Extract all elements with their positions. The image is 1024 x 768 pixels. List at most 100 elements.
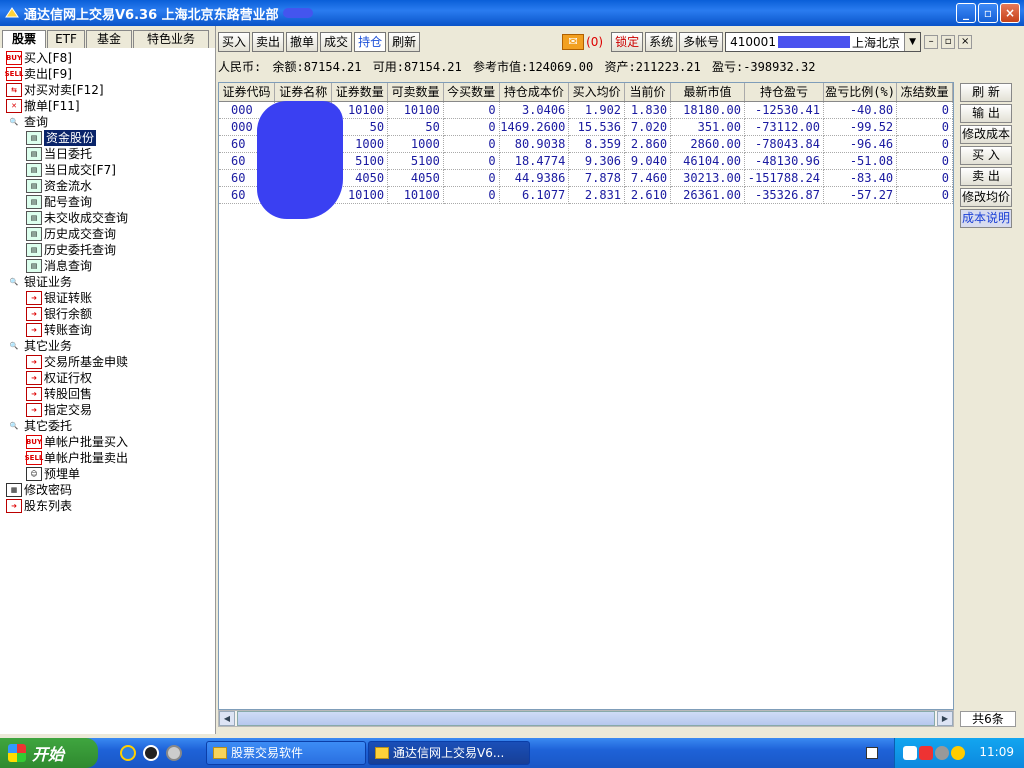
nav-item-label: 股东列表 xyxy=(24,499,73,513)
mail-icon[interactable]: ✉ xyxy=(562,34,585,50)
scrollbar-thumb[interactable] xyxy=(237,711,935,726)
nav-item-14[interactable]: 🔍 银证业务 xyxy=(0,274,215,290)
minimize-button[interactable]: _ xyxy=(956,3,976,23)
nav-item-4[interactable]: 🔍 查询 xyxy=(0,114,215,130)
task-trading-window[interactable]: 通达信网上交易V6... xyxy=(368,741,530,765)
action-button-0[interactable]: 刷 新 xyxy=(960,83,1012,102)
nav-item-7[interactable]: ▤ 当日成交[F7] xyxy=(0,162,215,178)
nav-item-26[interactable]: ☺ 预埋单 xyxy=(0,466,215,482)
column-header-5[interactable]: 持仓成本价 xyxy=(499,83,570,102)
column-header-7[interactable]: 当前价 xyxy=(624,83,672,102)
keyboard-icon[interactable] xyxy=(866,747,878,759)
close-button[interactable]: × xyxy=(1000,3,1020,23)
nav-tab-0[interactable]: 股票 xyxy=(2,30,46,48)
toolbar-button-5[interactable]: 刷新 xyxy=(388,32,421,52)
nav-item-3[interactable]: ✕ 撤单[F11] xyxy=(0,98,215,114)
maximize-button[interactable]: ▫ xyxy=(978,3,998,23)
task-stock-software[interactable]: 股票交易软件 xyxy=(206,741,366,765)
nav-item-24[interactable]: BUY 单帐户批量买入 xyxy=(0,434,215,450)
ie-icon[interactable] xyxy=(120,745,136,761)
nav-item-6[interactable]: ▤ 当日委托 xyxy=(0,146,215,162)
cell-4: 0 xyxy=(443,118,500,136)
cell-9: -151788.24 xyxy=(744,169,825,187)
panel-restore-button[interactable]: ▫ xyxy=(941,35,956,49)
nav-item-18[interactable]: 🔍 其它业务 xyxy=(0,338,215,354)
nav-item-15[interactable]: ➜ 银证转账 xyxy=(0,290,215,306)
nav-item-28[interactable]: ➜ 股东列表 xyxy=(0,498,215,514)
arrow-icon: ➜ xyxy=(26,323,42,337)
nav-item-0[interactable]: BUY 买入[F8] xyxy=(0,50,215,66)
network-icon[interactable] xyxy=(903,746,917,760)
start-button[interactable]: 开始 xyxy=(0,738,98,768)
toolbar-button-1[interactable]: 卖出 xyxy=(252,32,285,52)
action-button-1[interactable]: 输 出 xyxy=(960,104,1012,123)
nav-item-19[interactable]: ➜ 交易所基金申赎 xyxy=(0,354,215,370)
nav-tab-3[interactable]: 特色业务 xyxy=(133,30,209,48)
update-icon[interactable] xyxy=(951,746,965,760)
nav-item-13[interactable]: ▤ 消息查询 xyxy=(0,258,215,274)
column-header-4[interactable]: 今买数量 xyxy=(443,83,500,102)
horizontal-scrollbar[interactable]: ◀ ▶ xyxy=(218,710,954,727)
nav-item-11[interactable]: ▤ 历史成交查询 xyxy=(0,226,215,242)
nav-item-2[interactable]: ⇆ 对买对卖[F12] xyxy=(0,82,215,98)
column-header-2[interactable]: 证券数量 xyxy=(331,83,389,102)
column-header-6[interactable]: 买入均价 xyxy=(568,83,626,102)
account-select[interactable]: 410001 上海北京 ▼ xyxy=(725,32,922,52)
cell-5: 3.0406 xyxy=(499,101,570,119)
chevron-down-icon[interactable]: ▼ xyxy=(904,33,921,51)
nav-item-8[interactable]: ▤ 资金流水 xyxy=(0,178,215,194)
qq-icon[interactable] xyxy=(143,745,159,761)
column-header-8[interactable]: 最新市值 xyxy=(670,83,745,102)
cell-11: 0 xyxy=(896,118,953,136)
assets-value: 资产:211223.21 xyxy=(604,60,701,74)
title-bar: 通达信网上交易V6.36 上海北京东路营业部 _ ▫ × xyxy=(0,0,1024,26)
panel-close-button[interactable]: × xyxy=(958,35,973,49)
volume-icon[interactable] xyxy=(935,746,949,760)
nav-item-9[interactable]: ▤ 配号查询 xyxy=(0,194,215,210)
browser-icon[interactable] xyxy=(166,745,182,761)
nav-item-21[interactable]: ➜ 转股回售 xyxy=(0,386,215,402)
nav-item-23[interactable]: 🔍 其它委托 xyxy=(0,418,215,434)
scroll-left-icon[interactable]: ◀ xyxy=(219,711,235,726)
column-header-9[interactable]: 持仓盈亏 xyxy=(744,83,825,102)
column-header-10[interactable]: 盈亏比例(%) xyxy=(823,83,898,102)
lock-button[interactable]: 锁定 xyxy=(611,32,644,52)
nav-item-22[interactable]: ➜ 指定交易 xyxy=(0,402,215,418)
nav-item-label: 配号查询 xyxy=(44,195,93,209)
redaction-mark xyxy=(282,8,313,18)
cell-10: -83.40 xyxy=(823,169,898,187)
toolbar-button-4[interactable]: 持仓 xyxy=(354,32,387,52)
cell-5: 18.4774 xyxy=(499,152,570,170)
nav-item-5[interactable]: ▤ 资金股份 xyxy=(0,130,215,146)
nav-tab-2[interactable]: 基金 xyxy=(86,30,132,48)
column-header-3[interactable]: 可卖数量 xyxy=(387,83,444,102)
nav-tab-1[interactable]: ETF xyxy=(47,30,85,48)
action-button-6[interactable]: 成本说明 xyxy=(960,209,1012,228)
panel-minimize-button[interactable]: – xyxy=(924,35,939,49)
nav-item-20[interactable]: ➜ 权证行权 xyxy=(0,370,215,386)
account-branch: 上海北京 xyxy=(851,35,900,50)
column-header-0[interactable]: 证券代码 xyxy=(219,83,276,102)
nav-item-25[interactable]: SELL 单帐户批量卖出 xyxy=(0,450,215,466)
nav-item-12[interactable]: ▤ 历史委托查询 xyxy=(0,242,215,258)
nav-item-10[interactable]: ▤ 未交收成交查询 xyxy=(0,210,215,226)
scroll-right-icon[interactable]: ▶ xyxy=(937,711,953,726)
action-button-4[interactable]: 卖 出 xyxy=(960,167,1012,186)
cell-8: 46104.00 xyxy=(670,152,745,170)
action-button-5[interactable]: 修改均价 xyxy=(960,188,1012,207)
action-button-2[interactable]: 修改成本 xyxy=(960,125,1012,144)
action-button-3[interactable]: 买 入 xyxy=(960,146,1012,165)
mail-count: (0) xyxy=(586,35,604,49)
toolbar-button-0[interactable]: 买入 xyxy=(218,32,251,52)
multi-account-button[interactable]: 多帐号 xyxy=(679,32,724,52)
system-button[interactable]: 系统 xyxy=(645,32,678,52)
nav-item-1[interactable]: SELL 卖出[F9] xyxy=(0,66,215,82)
nav-item-16[interactable]: ➜ 银行余额 xyxy=(0,306,215,322)
toolbar-button-2[interactable]: 撤单 xyxy=(286,32,319,52)
antivirus-icon[interactable] xyxy=(919,746,933,760)
toolbar-button-3[interactable]: 成交 xyxy=(320,32,353,52)
column-header-1[interactable]: 证券名称 xyxy=(274,83,333,102)
nav-item-17[interactable]: ➜ 转账查询 xyxy=(0,322,215,338)
nav-item-27[interactable]: ▦ 修改密码 xyxy=(0,482,215,498)
column-header-11[interactable]: 冻结数量 xyxy=(896,83,953,102)
